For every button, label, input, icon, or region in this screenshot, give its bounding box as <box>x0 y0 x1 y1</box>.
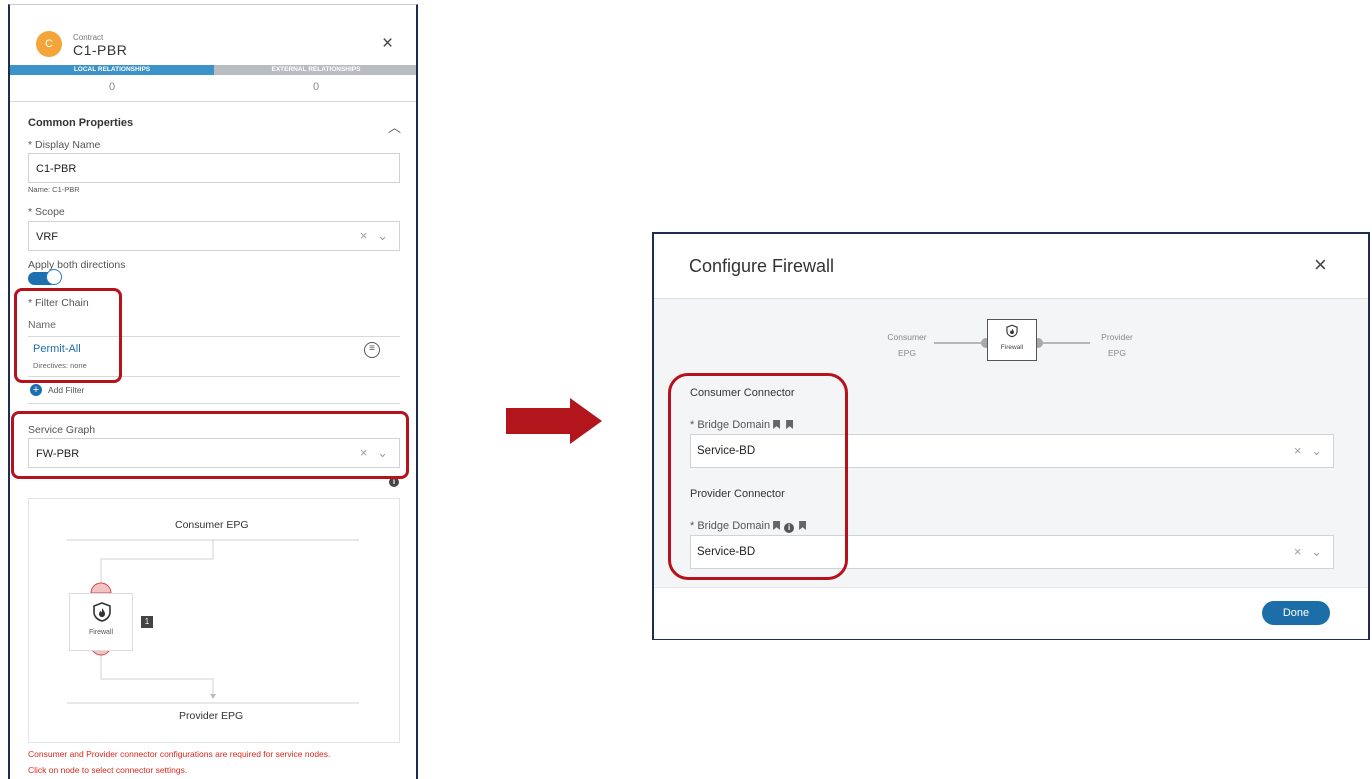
add-filter-plus-icon[interactable]: + <box>30 384 42 396</box>
graph-provider-epg: Provider EPG <box>179 710 244 722</box>
connector-highlight <box>668 373 848 580</box>
modal-close-icon[interactable]: × <box>1314 252 1327 278</box>
provider-clear-dropdown-icon[interactable]: × ⌄ <box>1294 544 1325 560</box>
connector-error-line-1: Consumer and Provider connector configur… <box>28 749 331 759</box>
modal-title: Configure Firewall <box>689 256 835 276</box>
diagram-provider-line2: EPG <box>1108 348 1126 358</box>
local-relationships-count: 0 <box>108 81 116 93</box>
display-name-input[interactable]: C1-PBR <box>28 153 400 183</box>
external-relationships-count: 0 <box>312 81 320 93</box>
display-name-label: * Display Name <box>28 139 101 151</box>
modal-footer: Done <box>654 587 1368 639</box>
apply-both-toggle[interactable] <box>28 269 62 285</box>
configure-firewall-modal: Configure Firewall × Consumer EPG Firewa… <box>652 232 1370 640</box>
scope-select[interactable]: VRF × ⌄ <box>28 221 400 251</box>
contract-panel: C Contract C1-PBR × LOCAL RELATIONSHIPS … <box>8 4 418 779</box>
contract-title: C1-PBR <box>73 42 128 58</box>
toggle-knob <box>46 269 62 285</box>
diagram-provider-label: Provider EPG <box>1092 332 1142 358</box>
diagram-provider-line1: Provider <box>1101 332 1133 342</box>
filter-menu-icon[interactable]: ≡ <box>364 342 380 358</box>
diagram-firewall-label: Firewall <box>1000 344 1024 351</box>
firewall-shield-icon <box>1006 324 1018 338</box>
scope-value: VRF <box>36 231 58 243</box>
add-filter-button[interactable]: Add Filter <box>48 385 84 395</box>
firewall-node[interactable]: Firewall <box>69 593 133 651</box>
collapse-chevron-icon[interactable]: ︿ <box>388 117 401 136</box>
service-graph-diagram: Consumer EPG Firewall 1 Provider EPG <box>28 498 400 743</box>
contract-type-label: Contract <box>73 33 104 42</box>
display-name-hint: Name: C1-PBR <box>28 185 80 194</box>
section-title: Common Properties <box>28 117 134 129</box>
divider <box>10 101 416 102</box>
panel-close-icon[interactable]: × <box>382 33 393 55</box>
firewall-shield-icon <box>93 602 111 622</box>
contract-avatar: C <box>36 31 62 57</box>
divider <box>28 403 400 404</box>
right-arrow-icon <box>506 398 602 444</box>
apply-both-label: Apply both directions <box>28 259 126 271</box>
scope-label: * Scope <box>28 206 65 218</box>
modal-header: Configure Firewall × <box>654 234 1368 299</box>
node-count-badge: 1 <box>141 616 153 628</box>
firewall-node-label: Firewall <box>88 629 114 636</box>
tab-external-relationships[interactable]: EXTERNAL RELATIONSHIPS <box>214 65 416 75</box>
diagram-firewall-node[interactable]: Firewall <box>987 319 1037 361</box>
connector-error-line-2: Click on node to select connector settin… <box>28 765 188 775</box>
filter-chain-highlight <box>14 288 122 383</box>
display-name-value: C1-PBR <box>36 163 77 175</box>
service-graph-highlight <box>11 411 409 479</box>
tab-local-relationships[interactable]: LOCAL RELATIONSHIPS <box>10 65 214 75</box>
done-button[interactable]: Done <box>1262 601 1330 625</box>
scope-clear-dropdown-icon[interactable]: × ⌄ <box>360 228 391 244</box>
consumer-clear-dropdown-icon[interactable]: × ⌄ <box>1294 443 1325 459</box>
